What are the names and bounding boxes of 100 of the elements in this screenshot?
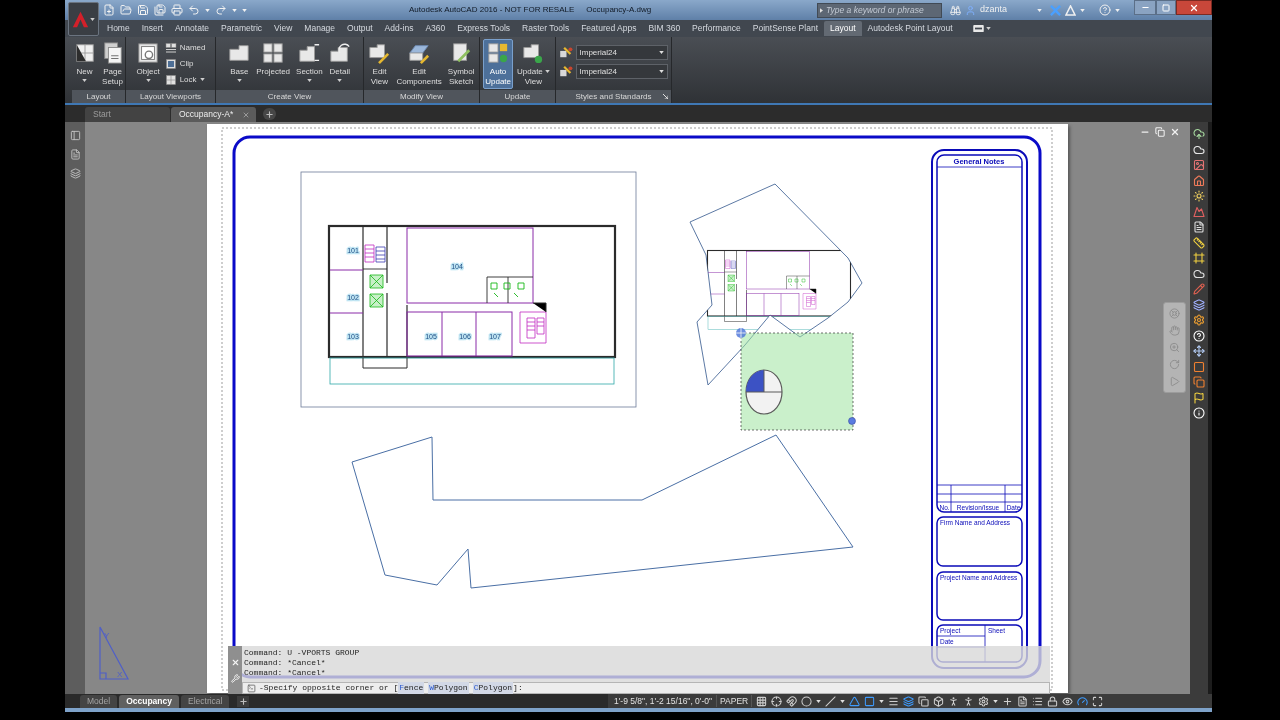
flag-icon[interactable] <box>1193 391 1205 404</box>
layers-icon[interactable] <box>69 168 81 179</box>
settings-icon[interactable] <box>978 695 990 707</box>
document-tab[interactable]: Occupancy-A* <box>171 107 256 122</box>
prompt-option-link[interactable]: Fence <box>398 682 425 694</box>
undo-icon[interactable] <box>188 4 200 16</box>
eye-icon[interactable] <box>1062 695 1074 707</box>
prompt-option-link[interactable]: WPolygon <box>428 682 469 694</box>
ribbon-tool-button[interactable]: Auto Update <box>483 39 513 89</box>
wrench-icon[interactable] <box>230 673 240 683</box>
house-icon[interactable] <box>1193 174 1205 187</box>
layers-icon[interactable] <box>903 695 915 707</box>
square-icon[interactable] <box>864 695 876 707</box>
panel-toggle-icon[interactable] <box>972 25 984 32</box>
ribbon-tool-button[interactable]: Object <box>134 39 162 89</box>
lines-icon[interactable] <box>888 695 900 707</box>
stacked-squares-icon[interactable] <box>918 695 930 707</box>
circle-icon[interactable] <box>801 695 813 707</box>
sheet-tab[interactable]: Electrical <box>181 695 230 708</box>
new-file-icon[interactable] <box>103 4 115 16</box>
plus-icon[interactable] <box>1002 695 1014 707</box>
list-icon[interactable] <box>1032 695 1044 707</box>
cube-icon[interactable] <box>933 695 945 707</box>
ribbon-tool-button[interactable]: Update View <box>515 39 552 89</box>
sheet-tab[interactable]: Occupancy <box>119 695 179 708</box>
person-icon[interactable] <box>963 695 975 707</box>
ribbon-tab[interactable]: A360 <box>419 21 452 36</box>
save-all-icon[interactable] <box>154 4 166 16</box>
folder-icon[interactable] <box>120 4 132 16</box>
document-icon[interactable] <box>1017 695 1029 707</box>
polygon-viewport-frame[interactable] <box>689 183 863 386</box>
prompt-option-link[interactable]: CPolygon <box>472 682 514 694</box>
lock-icon[interactable] <box>1047 695 1059 707</box>
restore-icon[interactable] <box>1155 127 1165 137</box>
ribbon-tab[interactable]: View <box>268 21 299 36</box>
ribbon-tab[interactable]: BIM 360 <box>642 21 687 36</box>
binoculars-icon[interactable] <box>949 4 961 16</box>
pencil-icon[interactable] <box>1193 283 1205 295</box>
search-field[interactable]: Type a keyword or phrase <box>816 2 942 18</box>
ribbon-tab[interactable]: Output <box>341 21 379 36</box>
ribbon-tool-button[interactable]: Projected <box>254 39 293 89</box>
stacked-squares-icon[interactable] <box>1193 376 1205 388</box>
ribbon-tab[interactable]: Performance <box>686 21 747 36</box>
ribbon-tool-button[interactable]: Edit Components <box>394 39 444 89</box>
style-dropdown[interactable]: Imperial24 <box>575 64 668 79</box>
slash-icon[interactable] <box>825 695 837 707</box>
panel-icon[interactable] <box>69 130 81 141</box>
save-icon[interactable] <box>137 4 149 16</box>
sun-icon[interactable] <box>1193 190 1205 202</box>
close-icon[interactable] <box>1170 127 1180 137</box>
triangle-icon[interactable] <box>849 695 861 707</box>
ribbon-tool-button[interactable]: Base <box>226 39 253 89</box>
ribbon-small-button[interactable]: Clip <box>163 56 207 71</box>
close-icon[interactable] <box>242 110 250 119</box>
command-input-field[interactable]: -Specify opposite corner or [Fence WPolygon CPolygon]: <box>242 682 1050 694</box>
gauge-icon[interactable] <box>1077 695 1089 707</box>
fullscreen-icon[interactable] <box>1092 695 1104 707</box>
move-arrows-icon[interactable] <box>1193 345 1205 357</box>
launcher-arrow-icon[interactable] <box>663 94 668 99</box>
gear-icon[interactable] <box>1193 314 1205 326</box>
cloud-icon[interactable] <box>1193 267 1205 280</box>
ribbon-tab[interactable]: Featured Apps <box>575 21 643 36</box>
square-icon[interactable] <box>1193 360 1205 373</box>
new-tab-button[interactable] <box>263 108 276 120</box>
grid-icon[interactable] <box>756 695 768 707</box>
ribbon-tool-button[interactable]: Detail <box>326 39 353 89</box>
ribbon-tab[interactable]: Layout <box>824 21 862 36</box>
style-dropdown[interactable]: Imperial24 <box>575 45 668 60</box>
frame-icon[interactable] <box>1193 252 1205 264</box>
crosshair-icon[interactable] <box>771 695 783 707</box>
person-icon[interactable] <box>948 695 960 707</box>
layers-icon[interactable] <box>1193 298 1205 311</box>
command-line-handle[interactable] <box>228 646 242 694</box>
ribbon-tool-button[interactable]: Symbol Sketch <box>445 39 477 89</box>
ribbon-tab[interactable]: Insert <box>135 21 169 36</box>
cloud-icon[interactable] <box>1193 143 1205 156</box>
picture-icon[interactable] <box>1193 159 1205 171</box>
close-icon[interactable] <box>230 657 240 667</box>
document-icon[interactable] <box>1193 221 1205 233</box>
close-button[interactable] <box>1176 0 1212 15</box>
info-icon[interactable] <box>1193 407 1205 419</box>
cloud-upload-icon[interactable] <box>1193 128 1205 140</box>
ribbon-tab[interactable]: Raster Tools <box>516 21 576 36</box>
maximize-button[interactable] <box>1156 0 1176 15</box>
minimize-button[interactable] <box>1134 0 1156 15</box>
redo-icon[interactable] <box>215 4 227 16</box>
printer-icon[interactable] <box>171 4 183 16</box>
viewport-frame[interactable] <box>300 171 637 408</box>
ribbon-small-button[interactable]: Named <box>163 40 207 55</box>
ribbon-tool-button[interactable]: New <box>71 39 98 89</box>
ribbon-tab[interactable]: Manage <box>298 21 342 36</box>
document-tab[interactable]: Start <box>85 107 170 122</box>
magnet-icon[interactable] <box>786 695 798 707</box>
ribbon-tab[interactable]: PointSense Plant <box>746 21 824 36</box>
ribbon-tab[interactable]: Express Tools <box>451 21 517 36</box>
ribbon-tool-button[interactable]: Page Setup <box>99 39 126 89</box>
ribbon-tool-button[interactable]: Edit View <box>366 39 393 89</box>
sheet-tab[interactable]: Model <box>80 695 118 708</box>
add-sheet-button[interactable] <box>237 696 250 707</box>
ribbon-small-button[interactable]: Lock <box>163 72 207 87</box>
